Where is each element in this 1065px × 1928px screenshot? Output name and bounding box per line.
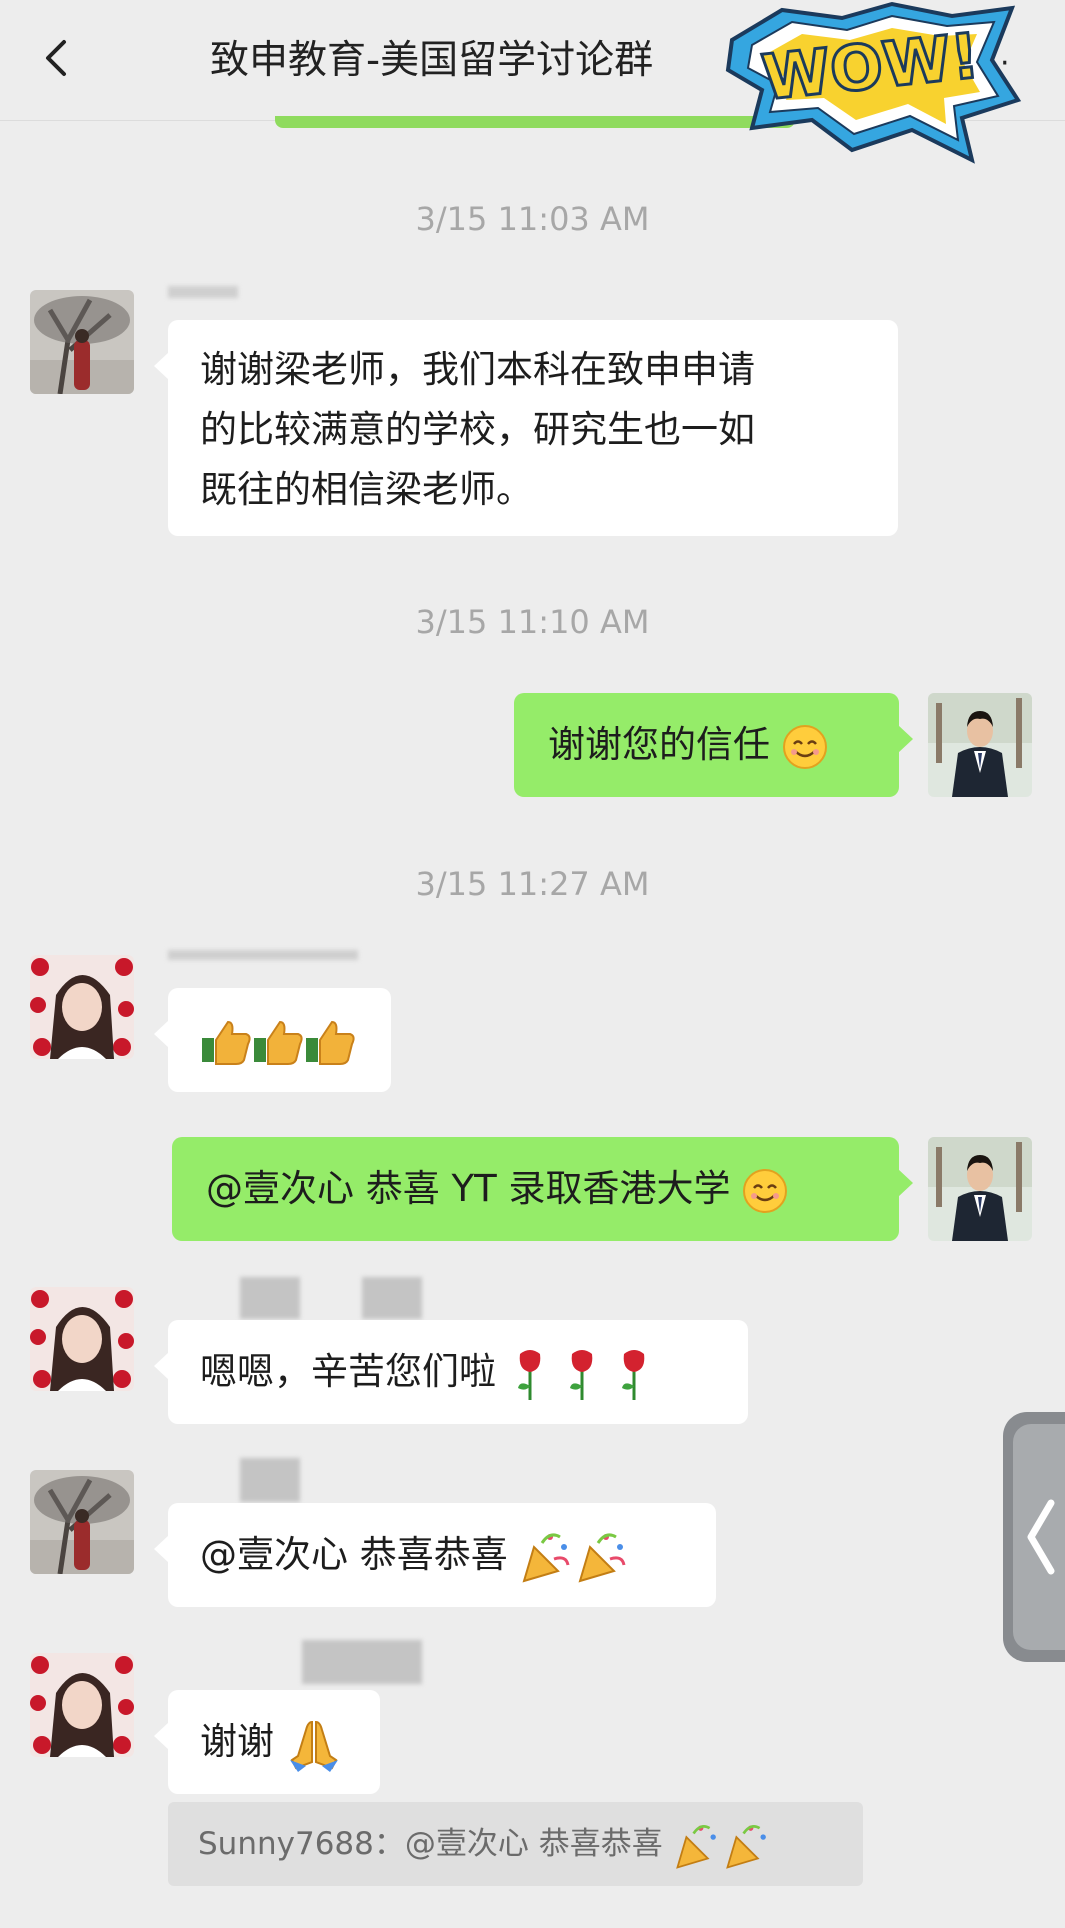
avatar-tree-photo-icon (30, 290, 134, 394)
avatar-woman-roses-icon (30, 955, 134, 1059)
message-text: 嗯嗯，辛苦您们啦 (200, 1350, 496, 1393)
chevron-left-icon (1027, 1499, 1055, 1575)
message-bubble[interactable] (154, 988, 391, 1092)
avatar-woman-roses-icon (30, 1653, 134, 1757)
blurred-sender-name (168, 950, 358, 960)
avatar[interactable] (30, 290, 134, 394)
thumbs-up-emoji-icon (202, 1020, 355, 1065)
message-bubble[interactable]: 谢谢梁老师，我们本科在致申申请 的比较满意的学校，研究生也一如 既往的相信梁老师… (154, 320, 898, 536)
avatar-tree-photo-icon (30, 1470, 134, 1574)
message-text-line: 谢谢梁老师，我们本科在致申申请 (200, 348, 755, 391)
smile-emoji-icon (782, 724, 827, 769)
message-text: @壹次心 恭喜 YT 录取香港大学 (206, 1167, 731, 1210)
smile-emoji-icon (743, 1168, 788, 1213)
side-drawer-tab[interactable] (1003, 1412, 1065, 1662)
message-bubble[interactable]: 谢谢 (154, 1690, 380, 1794)
avatar-man-suit-icon (928, 1137, 1032, 1241)
avatar[interactable] (30, 1653, 134, 1757)
quoted-message[interactable]: Sunny7688：@壹次心 恭喜恭喜 (168, 1802, 863, 1886)
avatar[interactable] (30, 955, 134, 1059)
timestamp: 3/15 11:10 AM (415, 603, 650, 641)
avatar[interactable] (30, 1287, 134, 1391)
pray-emoji-icon (289, 1720, 338, 1772)
avatar[interactable] (30, 1470, 134, 1574)
blurred-sender-name (168, 286, 238, 298)
message-bubble[interactable]: @壹次心 恭喜 YT 录取香港大学 (172, 1137, 913, 1241)
avatar-woman-roses-icon (30, 1287, 134, 1391)
message-text: 谢谢您的信任 (548, 723, 770, 766)
blurred-sender-name (240, 1458, 300, 1502)
back-chevron-icon[interactable] (38, 38, 78, 78)
previous-message-edge (275, 116, 795, 128)
message-bubble[interactable]: @壹次心 恭喜恭喜 (154, 1503, 716, 1607)
timestamp: 3/15 11:27 AM (415, 865, 650, 903)
avatar-man-suit-icon (928, 693, 1032, 797)
my-avatar[interactable] (928, 693, 1032, 797)
message-text-line: 既往的相信梁老师。 (200, 468, 533, 511)
message-text: 谢谢 (200, 1720, 274, 1763)
party-popper-emoji-icon (675, 1824, 766, 1869)
rose-emoji-icon (517, 1349, 645, 1400)
chat-title: 致申教育-美国留学讨论群 (210, 38, 654, 83)
wow-sticker: WOW! (725, 1, 1022, 164)
party-popper-emoji-icon (522, 1533, 626, 1582)
side-drawer-tab-inner (1013, 1424, 1065, 1650)
message-bubble[interactable]: 嗯嗯，辛苦您们啦 (154, 1320, 748, 1424)
blurred-sender-name (362, 1277, 422, 1319)
timestamp: 3/15 11:03 AM (415, 200, 650, 238)
blurred-sender-name (240, 1277, 300, 1319)
message-text-line: 的比较满意的学校，研究生也一如 (200, 408, 755, 451)
message-text: @壹次心 恭喜恭喜 (200, 1533, 508, 1576)
my-avatar[interactable] (928, 1137, 1032, 1241)
quoted-text: Sunny7688：@壹次心 恭喜恭喜 (198, 1826, 663, 1862)
message-bubble[interactable]: 谢谢您的信任 (514, 693, 913, 797)
blurred-sender-name (302, 1640, 422, 1684)
